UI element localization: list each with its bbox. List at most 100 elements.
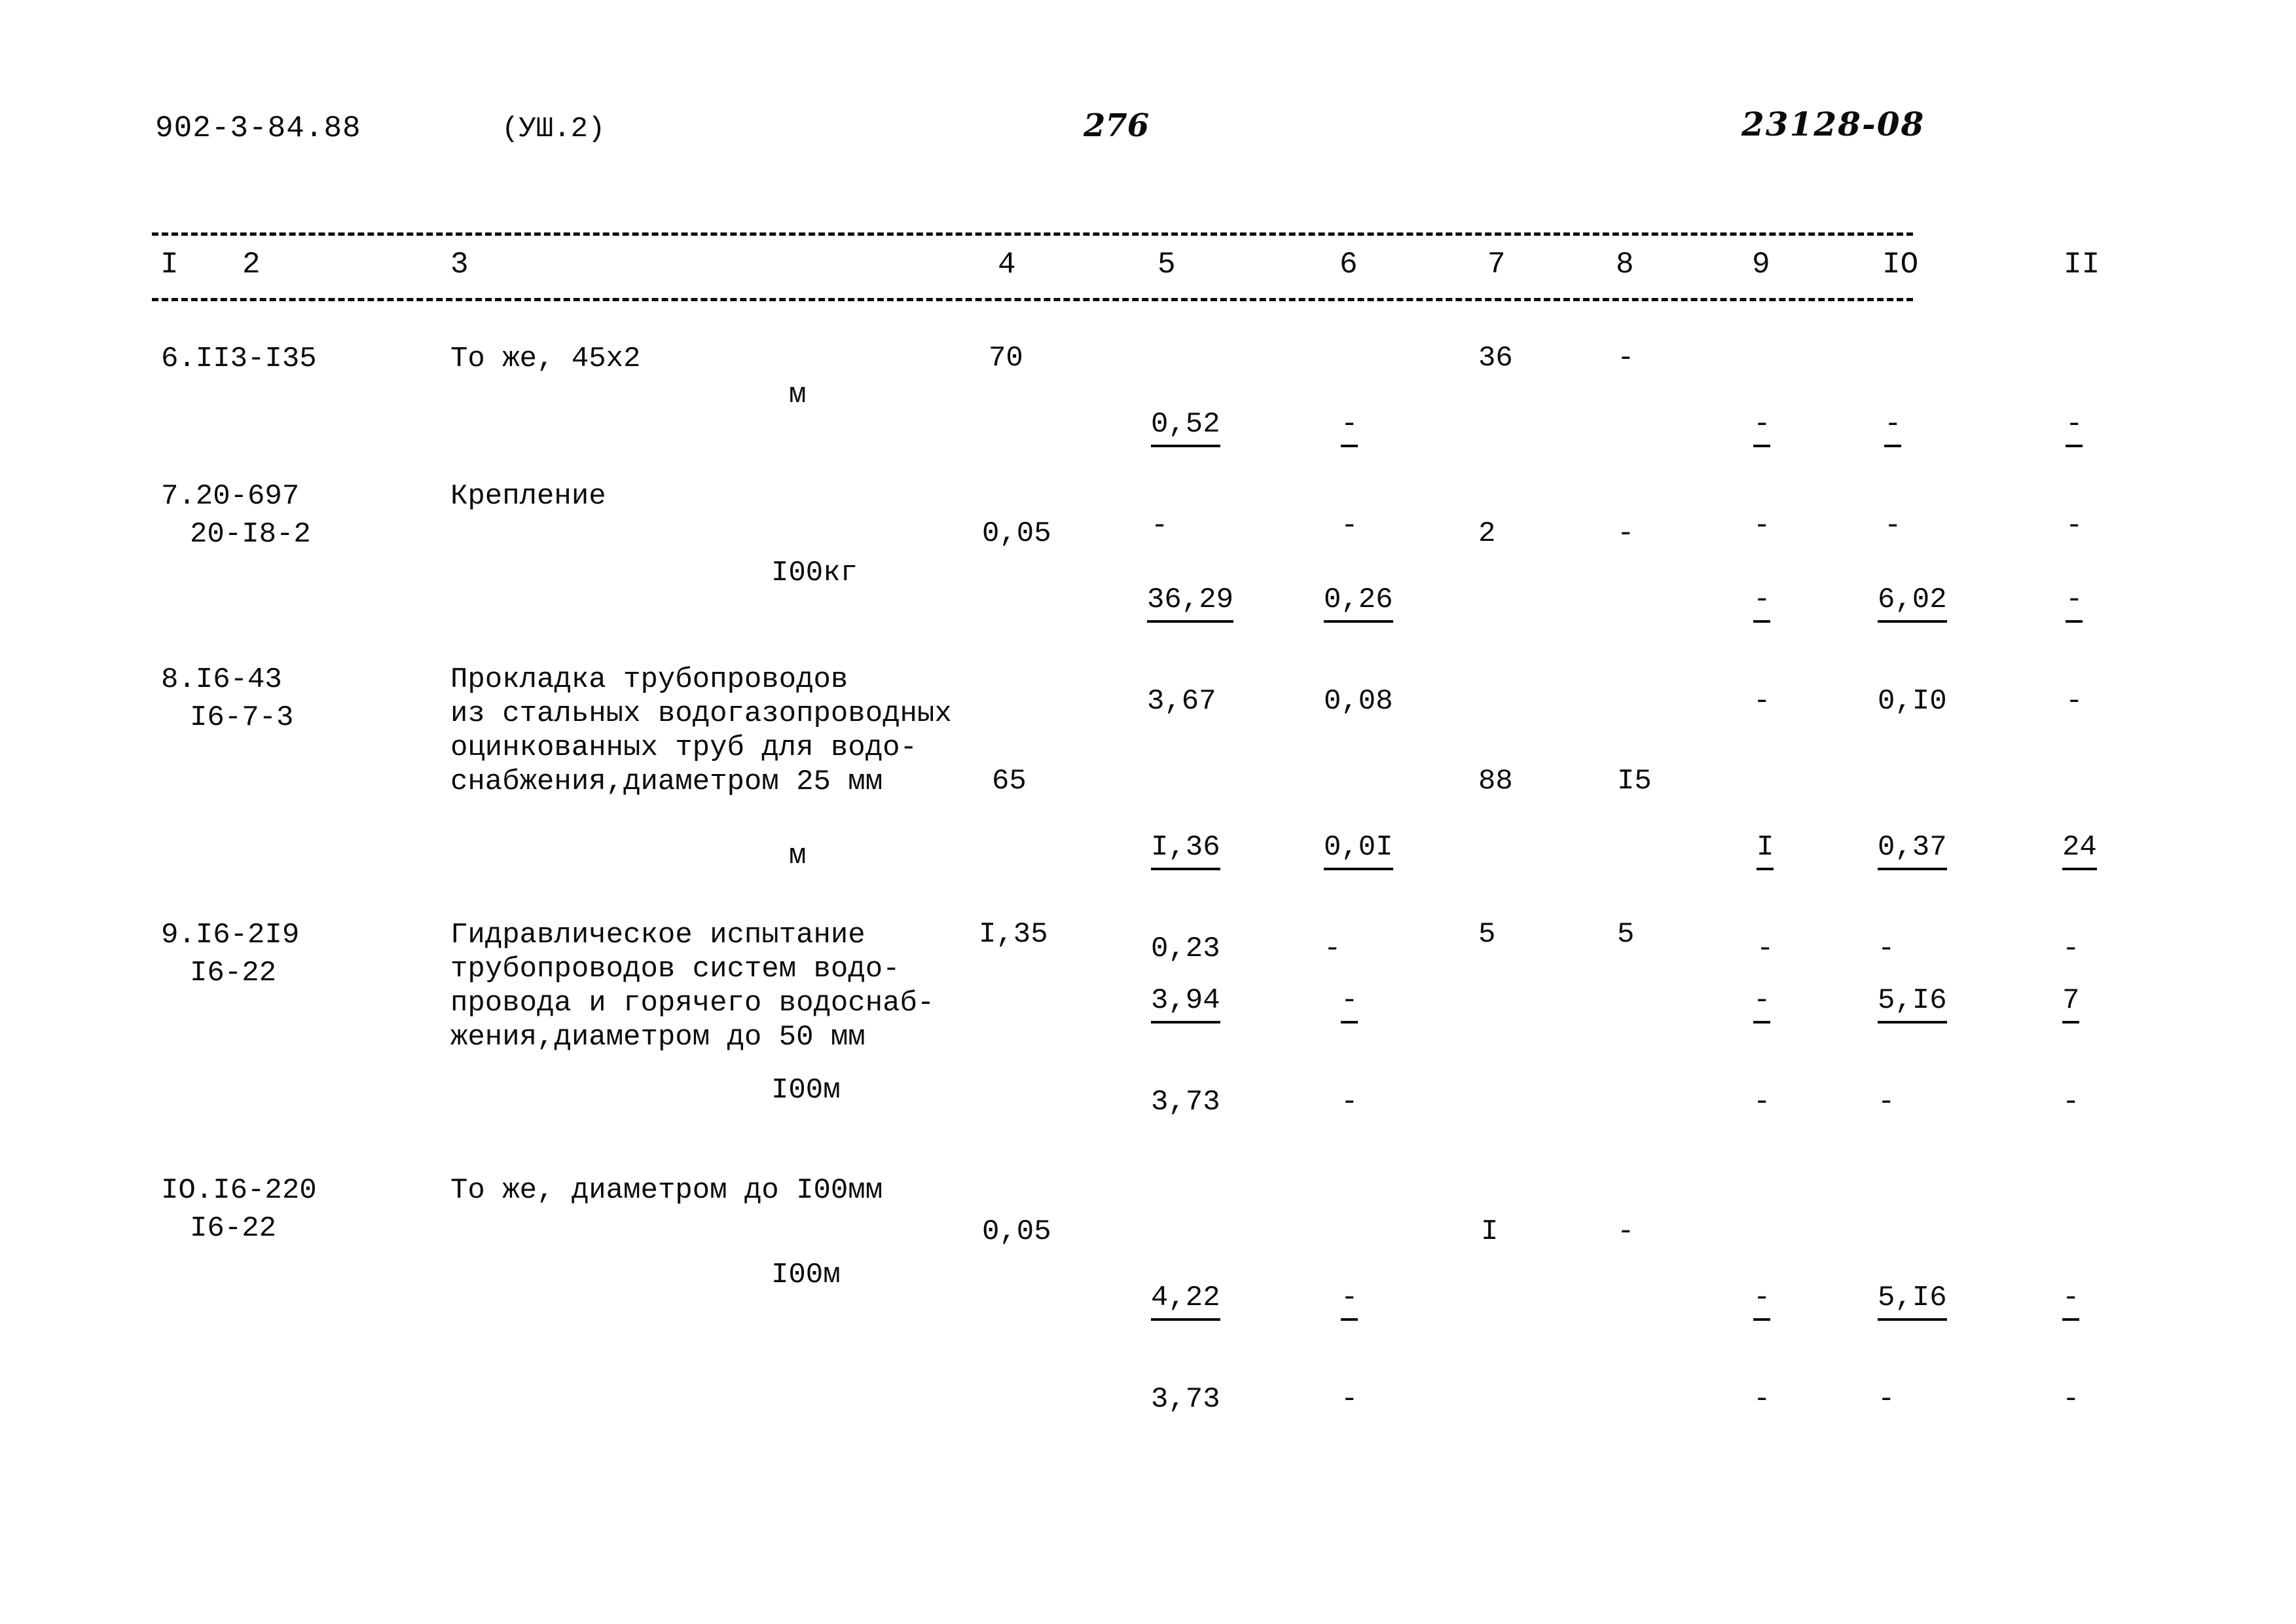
row-col11-value-b: - — [2062, 1383, 2080, 1416]
row-col9-value-b: - — [1753, 685, 1771, 718]
row-description-line1: Прокладка трубопроводов — [450, 663, 848, 696]
row-col4-value: 0,05 — [982, 1215, 1051, 1248]
column-header-8: 8 — [1616, 248, 1634, 282]
row-col5-value-a: 36,29 — [1147, 581, 1234, 623]
row-code-line1: 9.I6-2I9 — [161, 919, 300, 951]
row-col7-value: 2 — [1478, 517, 1496, 550]
row-col9-values: - - — [1753, 1214, 1891, 1485]
row-col5-values: 36,29 3,67 — [1147, 516, 1285, 787]
row-col7-value: 88 — [1478, 765, 1513, 798]
row-description-line3: оцинкованных труб для водо- — [450, 731, 917, 764]
row-code-line1: 7.20-697 — [161, 480, 300, 513]
row-col8-value: - — [1617, 517, 1635, 550]
row-col9-value-b: - — [1753, 1383, 1771, 1416]
row-col11-value-a: - — [2066, 581, 2083, 623]
row-col8-value: I5 — [1617, 765, 1652, 798]
row-col10-value-b: - — [1878, 1086, 1895, 1118]
row-col4-value: 0,05 — [982, 517, 1051, 550]
row-col11-value-b: - — [2066, 685, 2083, 718]
row-col10-value-a: 5,I6 — [1878, 1280, 1947, 1321]
row-col11-value-a: - — [2066, 406, 2083, 447]
row-col9-value-a: - — [1753, 982, 1771, 1024]
row-unit: м — [789, 378, 807, 411]
row-col11-values: 7 - — [2062, 917, 2200, 1188]
table-header-rule — [152, 298, 1913, 301]
row-col10-value-b: 0,I0 — [1878, 685, 1947, 718]
row-description-line2: трубопроводов систем водо- — [450, 953, 900, 986]
row-col6-value-a: - — [1341, 1280, 1358, 1321]
row-code-line1: 6.II3-I35 — [161, 342, 317, 375]
column-header-2: 2 — [242, 248, 261, 282]
row-col6-value-a: 0,0I — [1324, 829, 1393, 870]
row-col7-value: 36 — [1478, 342, 1513, 375]
row-col5-value-b: 3,67 — [1147, 685, 1216, 718]
row-col10-value-a: 0,37 — [1878, 829, 1947, 870]
row-col10-values: 5,I6 - — [1878, 1214, 2016, 1485]
row-col5-value-a: I,36 — [1151, 829, 1220, 870]
row-col6-value-a: - — [1341, 406, 1358, 447]
row-col7-value: 5 — [1478, 918, 1496, 951]
row-col11-values: - - — [2066, 516, 2204, 787]
document-page: 902-3-84.88 (УШ.2) 276 23128-08 I 2 3 4 … — [0, 0, 2296, 1624]
row-col5-value-a: 4,22 — [1151, 1280, 1220, 1321]
row-col6-values: - - — [1341, 1214, 1479, 1485]
row-col6-values: - - — [1341, 917, 1479, 1188]
row-col11-value-a: 24 — [2062, 829, 2097, 870]
row-col8-value: - — [1617, 1215, 1635, 1248]
row-col5-value-a: 0,52 — [1151, 406, 1220, 447]
row-code-line1: IO.I6-220 — [161, 1174, 317, 1207]
row-col5-value-b: 3,73 — [1151, 1383, 1220, 1416]
row-col5-value-a: 3,94 — [1151, 982, 1220, 1024]
row-unit: I00м — [771, 1074, 841, 1107]
column-header-5: 5 — [1157, 248, 1176, 282]
row-col4-value: 65 — [992, 765, 1027, 798]
row-col6-value-b: - — [1341, 1383, 1358, 1416]
column-header-9: 9 — [1752, 248, 1770, 282]
row-col4-value: 70 — [989, 342, 1023, 375]
row-description-line2: из стальных водогазопроводных — [450, 697, 952, 730]
row-col8-value: 5 — [1617, 918, 1635, 951]
row-col9-value-a: - — [1753, 581, 1771, 623]
document-series: (УШ.2) — [501, 113, 606, 145]
row-unit: м — [789, 840, 807, 872]
column-header-4: 4 — [998, 248, 1016, 282]
row-col10-value-a: - — [1884, 406, 1902, 447]
row-col5-value-b: 3,73 — [1151, 1086, 1220, 1118]
document-header: 902-3-84.88 (УШ.2) 276 23128-08 — [0, 105, 2296, 164]
row-col11-value-a: - — [2062, 1280, 2080, 1321]
row-unit: I00м — [771, 1259, 841, 1291]
column-header-1: I — [160, 248, 179, 282]
row-description-line3: провода и горячего водоснаб- — [450, 987, 935, 1020]
row-description-line4: жения,диаметром до 50 мм — [450, 1021, 866, 1054]
row-code-line2: I6-7-3 — [190, 701, 294, 734]
row-col10-value-b: - — [1878, 1383, 1895, 1416]
page-number: 276 — [1084, 107, 1150, 144]
row-description-line1: Крепление — [450, 480, 606, 513]
row-col9-values: - - — [1753, 516, 1891, 787]
row-col5-values: 4,22 3,73 — [1151, 1214, 1289, 1485]
row-col6-values: 0,26 0,08 — [1324, 516, 1462, 787]
row-col10-values: 5,I6 - — [1878, 917, 2016, 1188]
row-col6-value-a: 0,26 — [1324, 581, 1393, 623]
row-description-line1: Гидравлическое испытание — [450, 919, 866, 951]
row-col9-value-a: - — [1753, 1280, 1771, 1321]
row-col8-value: - — [1617, 342, 1635, 375]
column-header-10: IO — [1882, 248, 1919, 282]
row-col6-value-b: - — [1341, 1086, 1358, 1118]
row-col9-value-a: - — [1753, 406, 1771, 447]
row-col9-value-a: I — [1757, 829, 1774, 870]
row-description-line1: То же, 45х2 — [450, 342, 641, 375]
table-top-rule — [152, 232, 1913, 236]
column-header-11: II — [2064, 248, 2100, 282]
row-code-line1: 8.I6-43 — [161, 663, 282, 696]
row-col6-value-a: - — [1341, 982, 1358, 1024]
document-code: 902-3-84.88 — [155, 111, 361, 145]
row-description-line4: снабжения,диаметром 25 мм — [450, 766, 883, 798]
row-col10-value-a: 5,I6 — [1878, 982, 1947, 1024]
column-header-7: 7 — [1487, 248, 1506, 282]
row-col11-value-b: - — [2062, 1086, 2080, 1118]
reference-number: 23128-08 — [1741, 105, 1925, 143]
row-code-line2: I6-22 — [190, 957, 277, 989]
row-col7-value: I — [1481, 1215, 1499, 1248]
row-col5-values: 3,94 3,73 — [1151, 917, 1289, 1188]
